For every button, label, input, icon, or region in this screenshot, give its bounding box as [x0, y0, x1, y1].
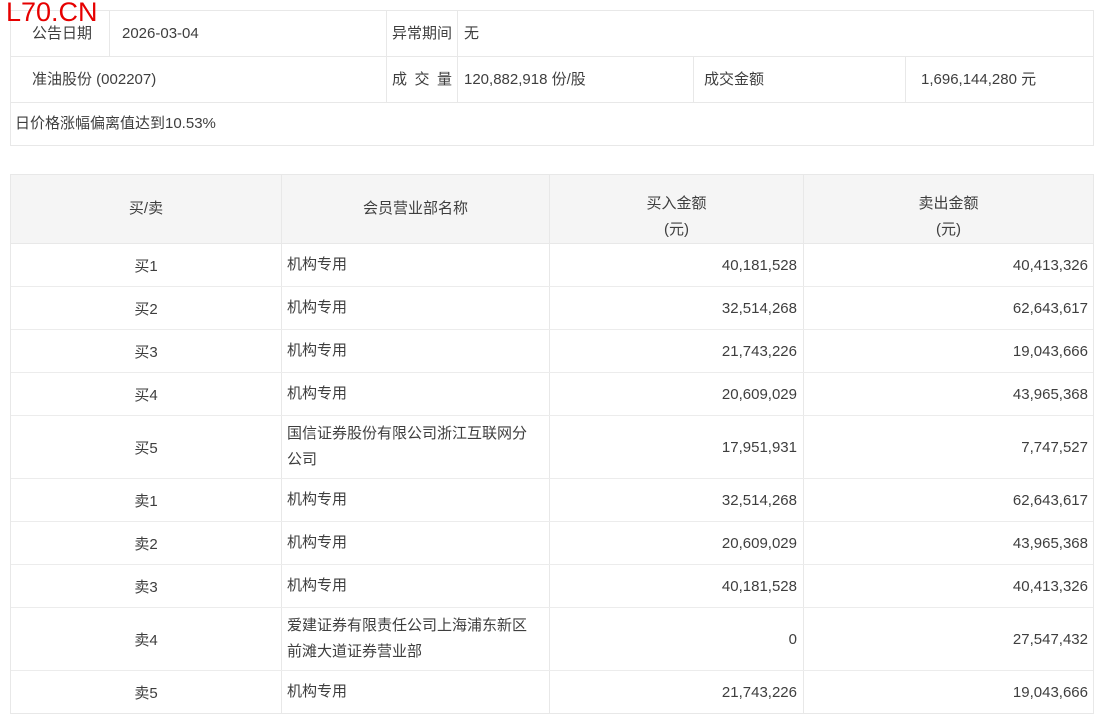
buy-amount-cell: 21,743,226 — [550, 330, 804, 372]
sell-amount-cell: 27,547,432 — [1012, 630, 1088, 648]
buy-amount-cell: 0 — [550, 608, 804, 670]
buy-amount-cell: 40,181,528 — [550, 565, 804, 607]
buy-sell-rank-cell: 卖5 — [11, 671, 282, 713]
table-row: 买5 国信证券股份有限公司浙江互联网分公司 17,951,931 7,747,5… — [11, 416, 1093, 479]
table-row: 卖1 机构专用 32,514,268 62,643,617 — [11, 479, 1093, 522]
deviation-note: 日价格涨幅偏离值达到10.53% — [15, 115, 216, 132]
table-row: 买4 机构专用 20,609,029 43,965,368 — [11, 373, 1093, 416]
table-row: 卖5 机构专用 21,743,226 19,043,666 — [11, 671, 1093, 713]
volume-value: 120,882,918 份/股 — [458, 57, 694, 102]
buy-amount-cell: 21,743,226 — [550, 671, 804, 713]
table-row: 买2 机构专用 32,514,268 62,643,617 — [11, 287, 1093, 330]
table-row: 买3 机构专用 21,743,226 19,043,666 — [11, 330, 1093, 373]
buy-amount-cell: 17,951,931 — [550, 416, 804, 478]
buy-amount-cell: 20,609,029 — [550, 373, 804, 415]
branch-name-cell: 机构专用 — [282, 287, 550, 329]
table-row: 卖2 机构专用 20,609,029 43,965,368 — [11, 522, 1093, 565]
branch-name-cell: 机构专用 — [282, 565, 550, 607]
buy-amount-cell: 32,514,268 — [550, 287, 804, 329]
turnover-value: 1,696,144,280 元 — [921, 71, 1037, 88]
info-row-1: 公告日期 2026-03-04 异常期间 无 — [11, 11, 1093, 57]
sell-amount-cell: 40,413,326 — [1012, 577, 1088, 595]
branch-name-cell: 机构专用 — [282, 479, 550, 521]
stock-name: 准油股份 (002207) — [11, 57, 387, 102]
sell-amount-cell: 19,043,666 — [1012, 683, 1088, 701]
buy-sell-rank-cell: 卖3 — [11, 565, 282, 607]
site-watermark: L70.CN — [6, 0, 98, 27]
table-row: 卖3 机构专用 40,181,528 40,413,326 — [11, 565, 1093, 608]
buy-sell-rank-cell: 卖1 — [11, 479, 282, 521]
table-row: 卖4 爱建证券有限责任公司上海浦东新区前滩大道证券营业部 0 27,547,43… — [11, 608, 1093, 671]
sell-amount-cell: 43,965,368 — [1012, 385, 1088, 403]
table-row: 买1 机构专用 40,181,528 40,413,326 — [11, 244, 1093, 287]
buy-sell-rank-cell: 买3 — [11, 330, 282, 372]
announce-date-value: 2026-03-04 — [110, 11, 387, 56]
broker-table: 买/卖 会员营业部名称 买入金额 (元) 卖出金额 (元) 买1 机构专用 40… — [10, 174, 1094, 714]
abnormal-period-label: 异常期间 — [387, 11, 458, 56]
info-row-2: 准油股份 (002207) 成交量 120,882,918 份/股 成交金额 1… — [11, 57, 1093, 103]
buy-amount-cell: 20,609,029 — [550, 522, 804, 564]
buy-sell-rank-cell: 买5 — [11, 416, 282, 478]
sell-amount-cell: 40,413,326 — [1012, 256, 1088, 274]
abnormal-period-value: 无 — [464, 25, 480, 42]
header-sell-amount-unit: (元) — [936, 221, 961, 238]
branch-name-cell: 机构专用 — [282, 373, 550, 415]
buy-sell-rank-cell: 卖2 — [11, 522, 282, 564]
header-buy-sell: 买/卖 — [11, 175, 282, 243]
announcement-info-box: 公告日期 2026-03-04 异常期间 无 准油股份 (002207) 成交量… — [10, 10, 1094, 146]
branch-name-cell: 机构专用 — [282, 522, 550, 564]
sell-amount-cell: 62,643,617 — [1012, 491, 1088, 509]
branch-name-cell: 国信证券股份有限公司浙江互联网分公司 — [282, 416, 550, 478]
turnover-label: 成交金额 — [694, 57, 906, 102]
buy-sell-rank-cell: 买4 — [11, 373, 282, 415]
buy-sell-rank-cell: 买2 — [11, 287, 282, 329]
branch-name-cell: 机构专用 — [282, 244, 550, 286]
buy-amount-cell: 40,181,528 — [550, 244, 804, 286]
sell-amount-cell: 43,965,368 — [1012, 534, 1088, 552]
branch-name-cell: 爱建证券有限责任公司上海浦东新区前滩大道证券营业部 — [282, 608, 550, 670]
page: L70.CN 公告日期 2026-03-04 异常期间 无 准油股份 (0022… — [0, 0, 1105, 719]
header-branch-name: 会员营业部名称 — [282, 175, 550, 243]
header-buy-amount-unit: (元) — [664, 221, 689, 238]
branch-name-cell: 机构专用 — [282, 330, 550, 372]
header-buy-amount: 买入金额 (元) — [550, 175, 804, 243]
volume-label: 成交量 — [387, 57, 458, 102]
sell-amount-cell: 19,043,666 — [1012, 342, 1088, 360]
header-buy-amount-line1: 买入金额 — [646, 195, 707, 212]
sell-amount-cell: 62,643,617 — [1012, 299, 1088, 317]
buy-amount-cell: 32,514,268 — [550, 479, 804, 521]
buy-sell-rank-cell: 卖4 — [11, 608, 282, 670]
header-sell-amount: 卖出金额 (元) — [804, 175, 1093, 243]
buy-sell-rank-cell: 买1 — [11, 244, 282, 286]
table-header-row: 买/卖 会员营业部名称 买入金额 (元) 卖出金额 (元) — [11, 175, 1093, 244]
header-sell-amount-line1: 卖出金额 — [918, 195, 979, 212]
sell-amount-cell: 7,747,527 — [1021, 438, 1088, 456]
branch-name-cell: 机构专用 — [282, 671, 550, 713]
